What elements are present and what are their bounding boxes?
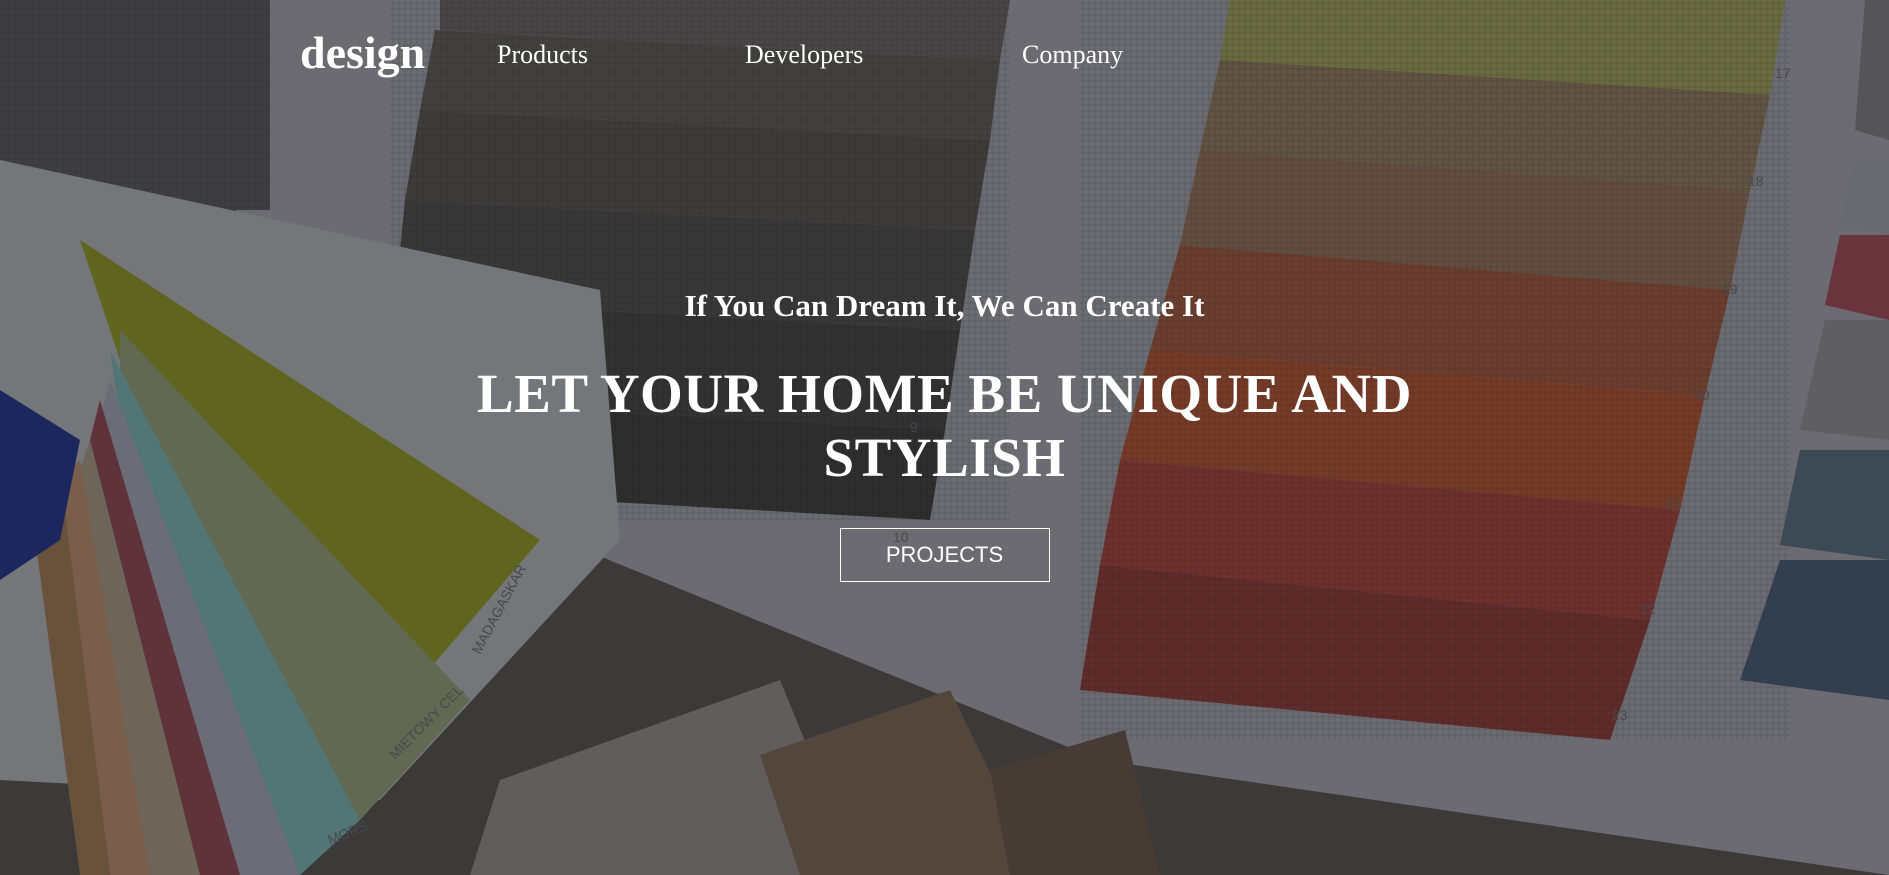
hero-content: If You Can Dream It, We Can Create It LE… — [0, 288, 1889, 582]
nav-link-company[interactable]: Company — [1022, 40, 1123, 70]
site-logo[interactable]: design — [300, 26, 425, 79]
hero-headline: LET YOUR HOME BE UNIQUE AND STYLISH — [477, 363, 1412, 488]
projects-button[interactable]: PROJECTS — [839, 528, 1050, 582]
top-navigation: design Products Developers Company — [0, 0, 1889, 110]
nav-link-products[interactable]: Products — [497, 40, 588, 70]
hero-tagline: If You Can Dream It, We Can Create It — [684, 288, 1205, 323]
nav-link-developers[interactable]: Developers — [745, 40, 863, 70]
